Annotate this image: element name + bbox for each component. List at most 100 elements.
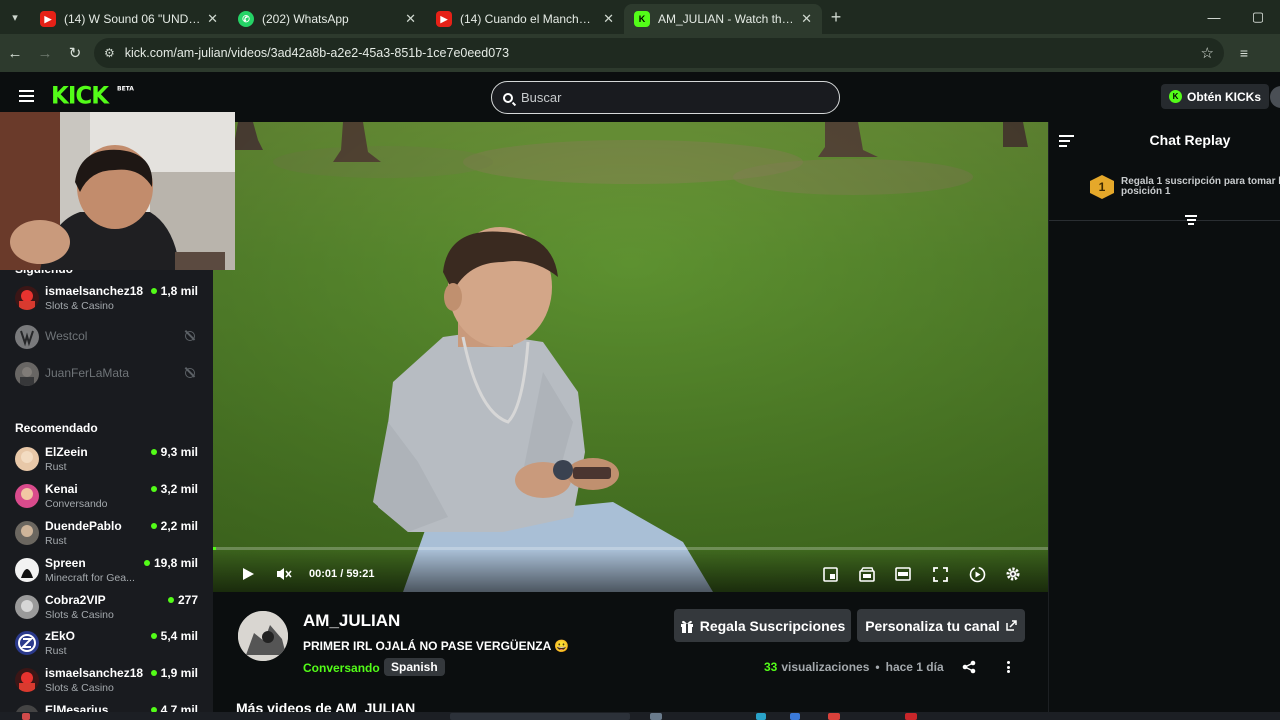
user-avatar[interactable]	[1270, 86, 1280, 108]
viewers-text: 3,2 mil	[160, 482, 198, 496]
offline-icon	[185, 331, 195, 341]
back-button[interactable]: ←	[0, 38, 30, 68]
search-input[interactable]: Buscar	[491, 81, 840, 114]
gift-subscriptions-button[interactable]: Regala Suscripciones	[674, 609, 851, 642]
close-icon[interactable]: ✕	[801, 11, 812, 27]
channel-category: Slots & Casino	[45, 682, 114, 694]
language-tag[interactable]: Spanish	[384, 658, 445, 676]
sidebar-channel-kenai[interactable]: Kenai Conversando 3,2 mil	[15, 481, 203, 515]
viewer-count: 3,2 mil	[150, 482, 198, 496]
logo-text: KICK	[51, 82, 109, 110]
kicks-coin-icon: K	[1169, 90, 1182, 103]
muted-volume-icon[interactable]	[275, 565, 293, 583]
more-options-icon[interactable]	[1004, 660, 1012, 674]
avatar	[15, 668, 39, 692]
customize-button-label: Personaliza tu canal	[865, 617, 1000, 634]
play-icon[interactable]	[239, 565, 257, 583]
taskbar-app-icon[interactable]	[756, 713, 766, 720]
gift-rank-badge: 1	[1090, 175, 1114, 199]
video-player[interactable]: 00:01 / 59:21	[213, 122, 1048, 592]
close-icon[interactable]: ✕	[207, 11, 218, 27]
get-kicks-button[interactable]: K Obtén KICKs	[1161, 84, 1270, 109]
sidebar-channel-ismaelsanchez18-rec[interactable]: ismaelsanchez18 Slots & Casino 1,9 mil	[15, 665, 203, 699]
os-taskbar	[0, 712, 1280, 720]
sidebar-channel-zeko[interactable]: zEkO Rust 5,4 mil	[15, 628, 203, 662]
sidebar-channel-spreen[interactable]: Spreen Minecraft for Gea... 19,8 mil	[15, 555, 203, 589]
taskbar-app-icon[interactable]	[828, 713, 840, 720]
browser-tab-3[interactable]: ▶ (14) Cuando el Manchester United ✕	[426, 4, 624, 34]
chat-divider	[1049, 220, 1280, 221]
views-count: 33	[764, 660, 778, 674]
fullscreen-icon[interactable]	[931, 565, 949, 583]
bookmark-star-icon[interactable]: ☆	[1201, 44, 1214, 62]
channel-name: Westcol	[45, 329, 88, 343]
time-display: 00:01 / 59:21	[309, 568, 374, 580]
menu-icon[interactable]	[19, 90, 34, 102]
mini-player-icon[interactable]	[821, 565, 839, 583]
viewer-count: 1,9 mil	[150, 666, 198, 680]
stream-title: PRIMER IRL OJALÁ NO PASE VERGÜENZA 😀	[303, 639, 570, 653]
theater-mode-icon[interactable]	[894, 565, 912, 583]
channel-name: zEkO	[45, 629, 76, 643]
gift-leaderboard-message[interactable]: Regala 1 suscripción para tomar la posic…	[1121, 177, 1280, 197]
avatar	[15, 447, 39, 471]
taskbar-app-icon[interactable]	[22, 713, 30, 720]
taskbar-app-icon[interactable]	[790, 713, 800, 720]
address-bar[interactable]: ⚙ kick.com/am-julian/videos/3ad42a8b-a2e…	[94, 38, 1224, 68]
share-icon[interactable]	[962, 660, 976, 674]
taskbar-app-icon[interactable]	[905, 713, 917, 720]
sidebar-channel-westcol[interactable]: Westcol	[15, 322, 203, 356]
settings-gear-icon[interactable]	[1004, 565, 1022, 583]
close-icon[interactable]: ✕	[405, 11, 416, 27]
chat-title: Chat Replay	[1149, 132, 1231, 148]
minimize-button[interactable]: —	[1192, 0, 1236, 34]
get-kicks-label: Obtén KICKs	[1187, 89, 1262, 104]
tab-title: (14) W Sound 06 "UNDERCRONICA"	[64, 12, 201, 26]
sidebar-channel-elzeein[interactable]: ElZeein Rust 9,3 mil	[15, 444, 203, 478]
close-icon[interactable]: ✕	[603, 11, 614, 27]
channel-name: DuendePablo	[45, 519, 122, 533]
playback-speed-icon[interactable]	[968, 565, 986, 583]
offline-icon	[185, 368, 195, 378]
channel-name: Spreen	[45, 556, 86, 570]
reload-button[interactable]: ↻	[60, 38, 90, 68]
channel-avatar[interactable]	[236, 609, 290, 663]
sidebar-channel-duendepablo[interactable]: DuendePablo Rust 2,2 mil	[15, 518, 203, 552]
gift-icon	[680, 620, 693, 633]
sidebar-channel-juanferlamata[interactable]: JuanFerLaMata	[15, 359, 203, 393]
channel-category: Minecraft for Gea...	[45, 572, 135, 584]
taskbar-search-box[interactable]	[450, 713, 630, 720]
expand-leaderboard-icon[interactable]	[1185, 215, 1197, 227]
sidebar-channel-ismaelsanchez18[interactable]: ismaelsanchez18 Slots & Casino 1,8 mil	[15, 283, 203, 317]
whatsapp-icon: ✆	[238, 11, 254, 27]
video-frame	[213, 122, 1048, 592]
url-text: kick.com/am-julian/videos/3ad42a8b-a2e2-…	[124, 46, 510, 60]
browser-tab-4[interactable]: K AM_JULIAN - Watch the VOD on Kick ✕	[624, 4, 822, 34]
avatar	[15, 631, 39, 655]
reading-list-icon[interactable]: ≡	[1224, 45, 1264, 61]
tab-title: (202) WhatsApp	[262, 12, 349, 26]
tab-search-button[interactable]: ▾	[0, 0, 30, 34]
site-info-icon[interactable]: ⚙	[104, 46, 115, 60]
browser-tab-bar: ▾ ▶ (14) W Sound 06 "UNDERCRONICA" ✕ ✆ (…	[0, 0, 1280, 34]
kick-logo[interactable]: KICK BETA	[51, 82, 134, 110]
category-link[interactable]: Conversando	[303, 661, 380, 675]
window-controls: — ▢	[1192, 0, 1280, 34]
browser-tab-1[interactable]: ▶ (14) W Sound 06 "UNDERCRONICA" ✕	[30, 4, 228, 34]
player-controls: 00:01 / 59:21	[213, 550, 1048, 592]
taskbar-app-icon[interactable]	[650, 713, 662, 720]
channel-category: Rust	[45, 645, 67, 657]
sidebar-channel-cobra2vip[interactable]: Cobra2VIP Slots & Casino 277	[15, 592, 203, 626]
maximize-button[interactable]: ▢	[1236, 0, 1280, 34]
viewer-count: 2,2 mil	[150, 519, 198, 533]
meta-separator: •	[875, 660, 880, 674]
forward-button[interactable]: →	[30, 38, 60, 68]
customize-channel-button[interactable]: Personaliza tu canal	[857, 609, 1025, 642]
channel-name[interactable]: AM_JULIAN	[303, 611, 400, 631]
new-tab-button[interactable]: +	[822, 7, 850, 28]
browser-tab-2[interactable]: ✆ (202) WhatsApp ✕	[228, 4, 426, 34]
viewer-count: 9,3 mil	[150, 445, 198, 459]
live-dot-icon	[167, 597, 174, 603]
clip-icon[interactable]	[858, 565, 876, 583]
time-separator: /	[340, 568, 344, 580]
